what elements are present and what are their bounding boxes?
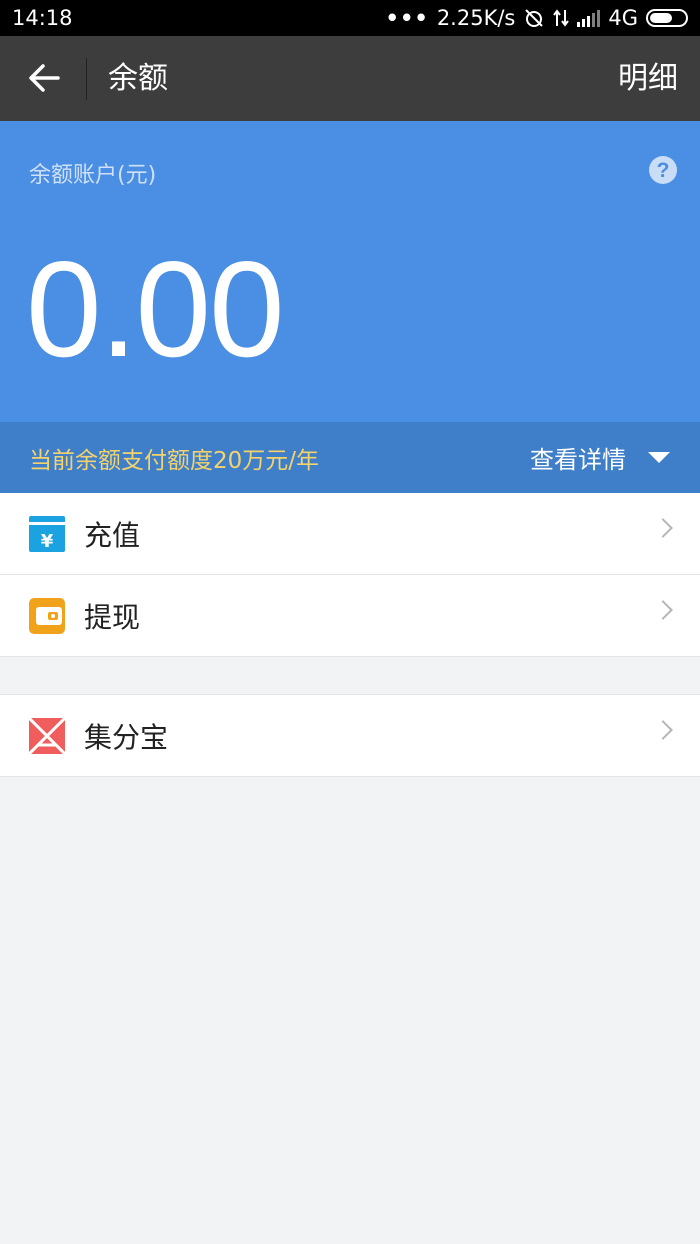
- jifenbao-icon: [28, 716, 66, 755]
- svg-text:¥: ¥: [41, 531, 54, 552]
- battery-icon: [646, 9, 688, 27]
- yuan-wallet-icon: ¥: [28, 515, 66, 553]
- notification-dots: •••: [385, 6, 429, 30]
- view-detail-button[interactable]: 查看详情: [530, 440, 670, 475]
- status-time: 14:18: [12, 6, 73, 30]
- jifenbao-menu: 集分宝: [0, 694, 700, 777]
- recharge-item[interactable]: ¥ 充值: [0, 493, 700, 575]
- status-indicators: ••• 2.25K/s 4G: [386, 6, 688, 30]
- recharge-label: 充值: [84, 518, 141, 552]
- back-button[interactable]: [22, 56, 66, 100]
- status-bar: 14:18 ••• 2.25K/s 4G: [0, 0, 700, 36]
- funds-menu: ¥ 充值 提现: [0, 493, 700, 657]
- balance-card: 余额账户(元) 0.00: [0, 121, 700, 422]
- network-type: 4G: [608, 6, 638, 30]
- balance-amount: 0.00: [26, 233, 285, 385]
- withdraw-item[interactable]: 提现: [0, 575, 700, 657]
- view-detail-label: 查看详情: [530, 446, 626, 474]
- detail-button[interactable]: 明细: [618, 60, 678, 98]
- wallet-icon: [28, 597, 66, 635]
- withdraw-label: 提现: [84, 600, 141, 634]
- alarm-off-icon: [525, 9, 544, 27]
- quota-bar: 当前余额支付额度20万元/年 查看详情: [0, 422, 700, 493]
- help-icon[interactable]: ?: [648, 155, 678, 185]
- dropdown-triangle-icon: [648, 452, 670, 463]
- app-header: 余额 明细: [0, 36, 700, 121]
- page-title: 余额: [108, 61, 168, 96]
- chevron-right-icon: [653, 720, 673, 740]
- network-speed: 2.25K/s: [436, 6, 516, 30]
- header-divider: [86, 58, 87, 100]
- jifenbao-label: 集分宝: [84, 720, 169, 754]
- chevron-right-icon: [653, 600, 673, 620]
- signal-icon: [577, 9, 601, 27]
- data-transfer-icon: [553, 9, 570, 27]
- chevron-right-icon: [653, 518, 673, 538]
- jifenbao-item[interactable]: 集分宝: [0, 695, 700, 777]
- svg-text:?: ?: [657, 159, 670, 182]
- balance-account-label: 余额账户(元): [29, 163, 157, 188]
- quota-text: 当前余额支付额度20万元/年: [29, 447, 320, 474]
- back-arrow-icon: [29, 64, 60, 92]
